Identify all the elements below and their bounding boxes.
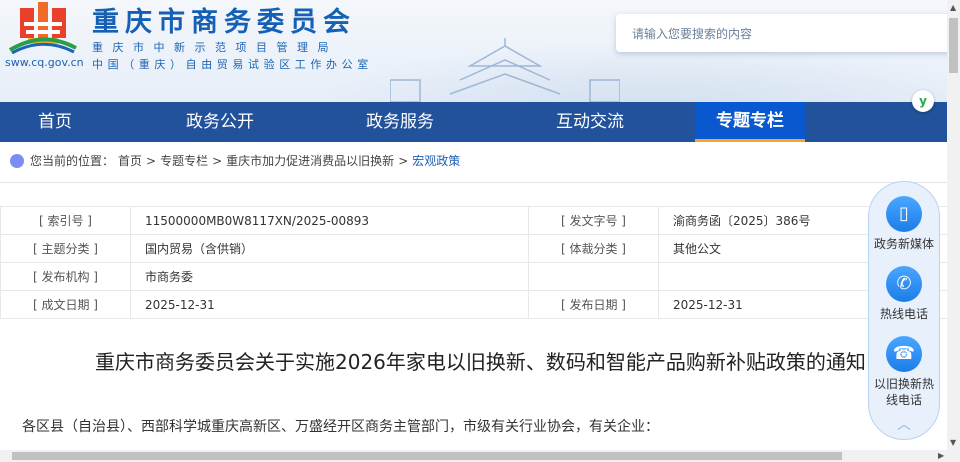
site-url: sww.cq.gov.cn — [5, 56, 84, 69]
meta-label: [ 发布日期 ] — [528, 290, 659, 319]
breadcrumb-home[interactable]: 首页 — [118, 152, 142, 169]
nav-gov-services[interactable]: 政务服务 — [320, 102, 480, 142]
search-input[interactable]: 请输入您要搜索的内容 — [616, 14, 947, 52]
nav-gov-affairs[interactable]: 政务公开 — [140, 102, 300, 142]
breadcrumb-topics[interactable]: 专题专栏 — [160, 152, 208, 169]
breadcrumb-sep: > — [398, 153, 409, 168]
table-row: [ 主题分类 ] 国内贸易（含供销）[ 体裁分类 ] 其他公文 — [0, 234, 947, 263]
meta-label — [528, 262, 659, 291]
table-row: [ 成文日期 ] 2025-12-31[ 发布日期 ] 2025-12-31 — [0, 290, 947, 319]
nav-special-topics[interactable]: 专题专栏 — [695, 102, 805, 142]
breadcrumb: 您当前的位置： 首页 > 专题专栏 > 重庆市加力促进消费品以旧换新 > 宏观政… — [10, 152, 460, 169]
location-pin-icon — [10, 153, 24, 168]
vertical-scrollbar[interactable]: ▲ ▼ — [947, 0, 960, 450]
float-item-hotline[interactable]: ✆ 热线电话 — [869, 266, 939, 322]
document-meta-table: [ 索引号 ] 11500000MB0W8117XN/2025-00893[ 发文… — [0, 206, 947, 319]
float-item-new-media[interactable]: ▯ 政务新媒体 — [869, 196, 939, 252]
phone-icon: ✆ — [886, 266, 922, 302]
site-subtitle-1: 重庆市中新示范项目管理局 — [92, 41, 338, 54]
wechat-icon[interactable]: y — [912, 90, 934, 112]
vertical-scroll-thumb[interactable] — [949, 18, 958, 73]
breadcrumb-current[interactable]: 宏观政策 — [412, 152, 460, 169]
site-subtitle-2: 中国（重庆）自由贸易试验区工作办公室 — [92, 58, 373, 71]
breadcrumb-prefix: 您当前的位置： — [30, 154, 115, 168]
document-title: 重庆市商务委员会关于实施2026年家电以旧换新、数码和智能产品购新补贴政策的通知 — [95, 350, 866, 374]
chevron-up-icon[interactable]: ︿ — [869, 414, 939, 434]
nav-home[interactable]: 首页 — [0, 102, 110, 142]
meta-label: [ 发布机构 ] — [0, 262, 131, 291]
nav-interaction[interactable]: 互动交流 — [510, 102, 670, 142]
meta-label: [ 索引号 ] — [0, 206, 131, 235]
page: sww.cq.gov.cn 重庆市商务委员会 重庆市中新示范项目管理局 中国（重… — [0, 0, 947, 450]
meta-label: [ 主题分类 ] — [0, 234, 131, 263]
telephone-icon: ☎ — [886, 336, 922, 372]
site-header: sww.cq.gov.cn 重庆市商务委员会 重庆市中新示范项目管理局 中国（重… — [0, 0, 947, 102]
float-item-tradein-hotline[interactable]: ☎ 以旧换新热线电话 — [869, 336, 939, 408]
float-label: 热线电话 — [879, 307, 928, 321]
breadcrumb-trade-in[interactable]: 重庆市加力促进消费品以旧换新 — [226, 152, 394, 169]
scroll-right-arrow-icon[interactable]: ▶ — [938, 451, 944, 460]
horizontal-scrollbar[interactable]: ▶ — [0, 450, 960, 462]
floating-sidebar: ▯ 政务新媒体 ✆ 热线电话 ☎ 以旧换新热线电话 ︿ — [868, 181, 940, 440]
breadcrumb-sep: > — [146, 153, 157, 168]
breadcrumb-sep: > — [212, 153, 223, 168]
divider — [0, 182, 947, 183]
table-row: [ 发布机构 ] 市商务委 — [0, 262, 947, 291]
table-row: [ 索引号 ] 11500000MB0W8117XN/2025-00893[ 发文… — [0, 206, 947, 235]
meta-label: [ 体裁分类 ] — [528, 234, 659, 263]
meta-value: 国内贸易（含供销） — [130, 234, 529, 263]
meta-value: 11500000MB0W8117XN/2025-00893 — [130, 206, 529, 235]
scroll-down-arrow-icon[interactable]: ▼ — [950, 438, 956, 447]
temple-illustration — [390, 38, 620, 102]
meta-label: [ 发文字号 ] — [528, 206, 659, 235]
meta-label: [ 成文日期 ] — [0, 290, 131, 319]
document-salutation: 各区县（自治县）、西部科学城重庆高新区、万盛经开区商务主管部门，市级有关行业协会… — [22, 419, 659, 435]
meta-value: 2025-12-31 — [130, 290, 529, 319]
float-label: 以旧换新热线电话 — [873, 377, 934, 407]
site-logo[interactable] — [8, 2, 78, 54]
site-title: 重庆市商务委员会 — [92, 7, 356, 38]
horizontal-scroll-thumb[interactable] — [12, 452, 842, 460]
main-nav: 首页 政务公开 政务服务 互动交流 专题专栏 — [0, 102, 947, 142]
float-label: 政务新媒体 — [873, 237, 934, 251]
scroll-up-arrow-icon[interactable]: ▲ — [950, 3, 956, 12]
meta-value: 市商务委 — [130, 262, 529, 291]
tablet-icon: ▯ — [886, 196, 922, 232]
